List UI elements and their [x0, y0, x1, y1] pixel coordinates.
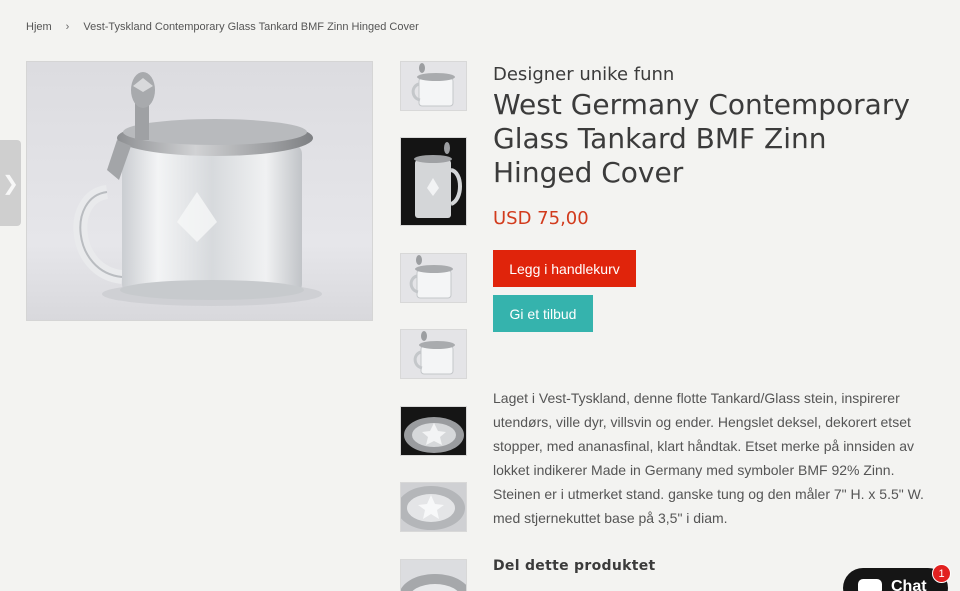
chevron-right-icon: ❯	[2, 172, 19, 195]
product-vendor[interactable]: Designer unike funn	[493, 64, 674, 85]
chat-bubble-icon	[858, 579, 882, 591]
thumbnail-6[interactable]	[400, 482, 467, 532]
product-price: USD 75,00	[493, 208, 589, 229]
thumbnail-5[interactable]	[400, 406, 467, 456]
thumbnail-5-image	[401, 407, 466, 455]
side-tab-toggle[interactable]: ❯	[0, 140, 21, 226]
breadcrumb: Hjem › Vest-Tyskland Contemporary Glass …	[26, 21, 419, 33]
thumbnail-3[interactable]	[400, 253, 467, 303]
product-title: West Germany Contemporary Glass Tankard …	[493, 88, 910, 189]
thumbnail-1-image	[401, 62, 466, 110]
make-offer-button[interactable]: Gi et tilbud	[493, 295, 593, 332]
thumbnail-2-image	[401, 138, 466, 225]
thumbnail-3-image	[401, 254, 466, 302]
thumbnail-7-image	[401, 560, 466, 591]
breadcrumb-separator: ›	[65, 21, 70, 33]
thumbnail-6-image	[401, 483, 466, 531]
thumbnail-4-image	[401, 330, 466, 378]
thumbnail-1[interactable]	[400, 61, 467, 111]
thumbnail-7[interactable]	[400, 559, 467, 591]
breadcrumb-home-link[interactable]: Hjem	[26, 21, 52, 33]
tankard-photo	[27, 62, 372, 320]
share-heading: Del dette produktet	[493, 558, 656, 574]
main-product-image[interactable]	[26, 61, 373, 321]
chat-notification-badge: 1	[932, 564, 951, 583]
add-to-cart-button[interactable]: Legg i handlekurv	[493, 250, 636, 287]
thumbnail-4[interactable]	[400, 329, 467, 379]
breadcrumb-current: Vest-Tyskland Contemporary Glass Tankard…	[83, 21, 419, 33]
shop-chat-label: Chat	[891, 578, 927, 591]
product-description: Laget i Vest-Tyskland, denne flotte Tank…	[493, 390, 924, 526]
thumbnail-2[interactable]	[400, 137, 467, 226]
